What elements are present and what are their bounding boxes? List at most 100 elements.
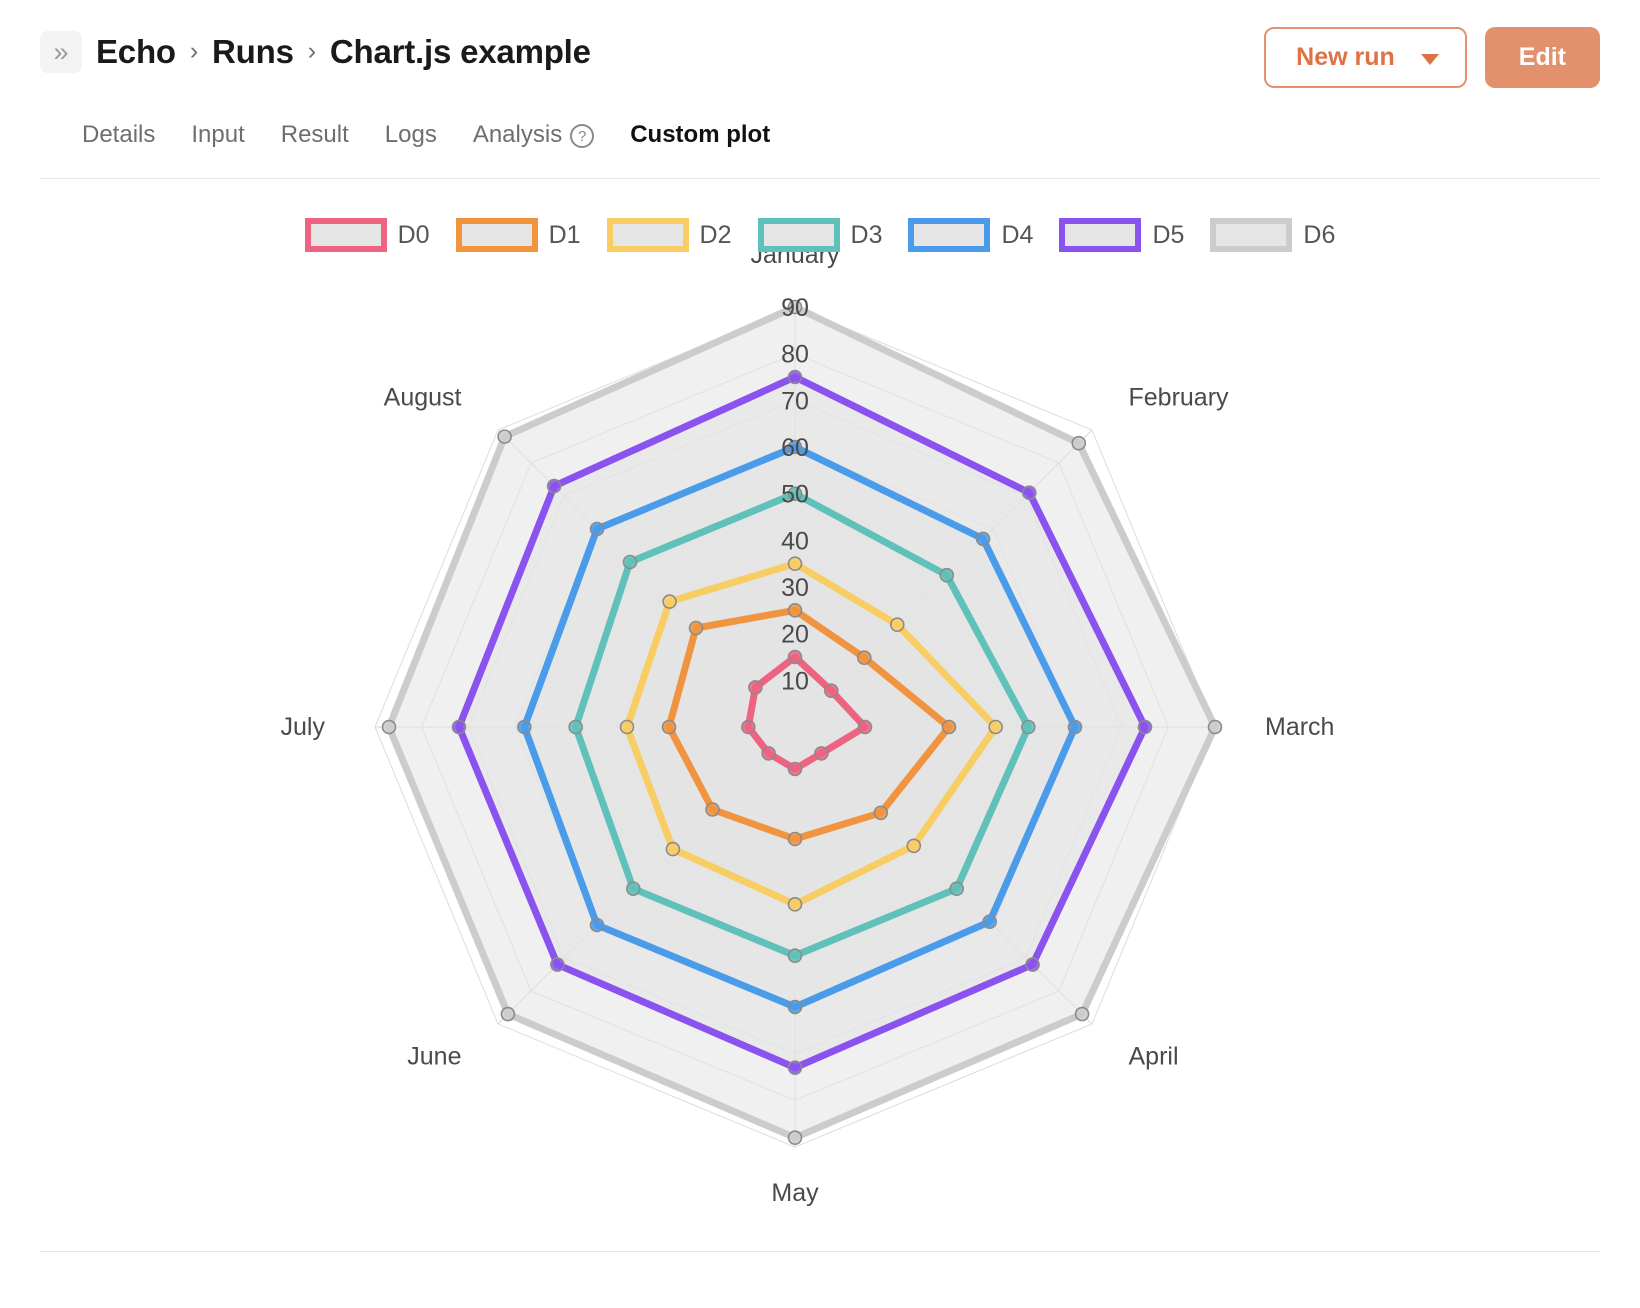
legend-item-d1[interactable]: D1 xyxy=(455,218,581,252)
series-point xyxy=(1137,719,1153,735)
legend-item-d3[interactable]: D3 xyxy=(757,218,883,252)
tab-custom-plot[interactable]: Custom plot xyxy=(630,121,770,149)
series-point xyxy=(873,805,889,821)
legend-item-d4[interactable]: D4 xyxy=(908,218,1033,252)
breadcrumb-item-runs[interactable]: Runs xyxy=(212,33,294,71)
series-point xyxy=(975,531,991,547)
radial-tick-label: 60 xyxy=(781,434,809,462)
series-point xyxy=(622,554,638,570)
legend-swatch-d4 xyxy=(908,218,991,252)
series-point xyxy=(662,594,677,609)
series-point xyxy=(787,831,803,847)
legend-swatch-d6 xyxy=(1210,218,1293,252)
custom-plot-panel: 10 20 30 40 50 60 70 80 90 January February March Ap… xyxy=(0,252,1640,1242)
series-point xyxy=(1067,719,1083,735)
legend-swatch-d5 xyxy=(1059,218,1142,252)
category-label-february: February xyxy=(1129,383,1230,411)
edit-button[interactable]: Edit xyxy=(1484,27,1600,88)
radial-tick-label: 10 xyxy=(781,667,809,695)
tab-analysis-label: Analysis xyxy=(472,121,563,148)
footer-divider xyxy=(40,1251,1600,1252)
radial-tick-label: 30 xyxy=(781,574,809,602)
breadcrumb-item-current[interactable]: Chart.js example xyxy=(330,33,591,71)
category-label-august: August xyxy=(384,383,462,411)
radial-tick-label: 50 xyxy=(781,481,809,509)
radial-tick-label: 70 xyxy=(781,387,809,415)
page-root: » Echo › Runs › Chart.js example Details… xyxy=(0,0,1640,1308)
series-point xyxy=(665,841,681,857)
series-point xyxy=(787,649,803,665)
legend-item-d0[interactable]: D0 xyxy=(304,218,430,252)
series-point xyxy=(568,719,583,735)
sidebar-collapse-icon[interactable]: » xyxy=(40,31,82,73)
series-point xyxy=(939,567,955,583)
series-point xyxy=(688,620,704,636)
series-point xyxy=(787,369,803,385)
series-point xyxy=(787,603,803,618)
series-point xyxy=(982,914,997,929)
page-header: » Echo › Runs › Chart.js example Details… xyxy=(0,0,1640,179)
legend-item-d6[interactable]: D6 xyxy=(1210,218,1335,252)
help-icon[interactable]: ? xyxy=(570,124,595,148)
series-point xyxy=(949,881,964,896)
series-point xyxy=(589,917,605,933)
series-point xyxy=(787,761,803,777)
radar-chart[interactable]: 10 20 30 40 50 60 70 80 90 January February March Ap… xyxy=(40,252,1600,1242)
series-point xyxy=(748,680,763,695)
series-point xyxy=(787,897,803,912)
series-point xyxy=(856,650,872,666)
legend-label-d6: D6 xyxy=(1303,220,1336,249)
series-point xyxy=(626,881,641,896)
radar-series-group xyxy=(381,299,1223,1145)
tab-result[interactable]: Result xyxy=(281,121,349,149)
series-point xyxy=(787,556,803,571)
series-point xyxy=(889,617,905,633)
series-point xyxy=(546,478,562,494)
tab-analysis[interactable]: Analysis ? xyxy=(472,121,595,149)
new-run-label: New run xyxy=(1296,43,1395,71)
series-point xyxy=(705,802,720,817)
tab-logs[interactable]: Logs xyxy=(385,121,437,149)
legend-label-d4: D4 xyxy=(1001,220,1034,249)
series-point xyxy=(451,719,467,735)
series-point xyxy=(1021,485,1037,501)
legend-swatch-d1 xyxy=(455,218,538,252)
series-point xyxy=(741,719,756,735)
series-point xyxy=(661,719,677,735)
header-divider xyxy=(40,178,1600,179)
series-point xyxy=(500,1006,516,1022)
series-point xyxy=(941,719,957,735)
series-point xyxy=(787,948,803,963)
new-run-button[interactable]: New run xyxy=(1264,27,1467,88)
category-label-january: January xyxy=(751,252,840,269)
series-point xyxy=(787,1130,803,1145)
series-point xyxy=(988,719,1003,735)
series-point xyxy=(823,683,839,699)
legend-item-d2[interactable]: D2 xyxy=(606,218,732,252)
series-point xyxy=(761,746,776,761)
radial-tick-label: 40 xyxy=(781,527,809,555)
breadcrumb-item-echo[interactable]: Echo xyxy=(96,33,176,71)
tab-details[interactable]: Details xyxy=(82,121,155,149)
category-label-may: May xyxy=(771,1179,819,1207)
chart-legend: D0 D1 D2 D3 D4 D5 D6 xyxy=(0,218,1640,252)
legend-label-d0: D0 xyxy=(397,220,430,249)
series-point xyxy=(589,521,605,537)
series-point xyxy=(814,746,829,761)
series-point xyxy=(1074,1006,1090,1022)
tab-input[interactable]: Input xyxy=(191,121,244,149)
legend-swatch-d3 xyxy=(757,218,840,252)
series-point xyxy=(517,719,532,735)
category-label-april: April xyxy=(1129,1043,1179,1071)
legend-label-d1: D1 xyxy=(548,220,581,249)
radial-tick-labels: 10 20 30 40 50 60 70 80 90 xyxy=(781,294,809,695)
category-label-july: July xyxy=(281,713,326,741)
series-point xyxy=(787,999,803,1015)
series-point xyxy=(857,719,873,735)
legend-label-d3: D3 xyxy=(850,220,883,249)
radial-tick-label: 80 xyxy=(781,341,809,369)
series-point xyxy=(787,1060,803,1075)
breadcrumb: Echo › Runs › Chart.js example xyxy=(96,33,591,71)
legend-swatch-d2 xyxy=(606,218,689,252)
legend-item-d5[interactable]: D5 xyxy=(1059,218,1184,252)
